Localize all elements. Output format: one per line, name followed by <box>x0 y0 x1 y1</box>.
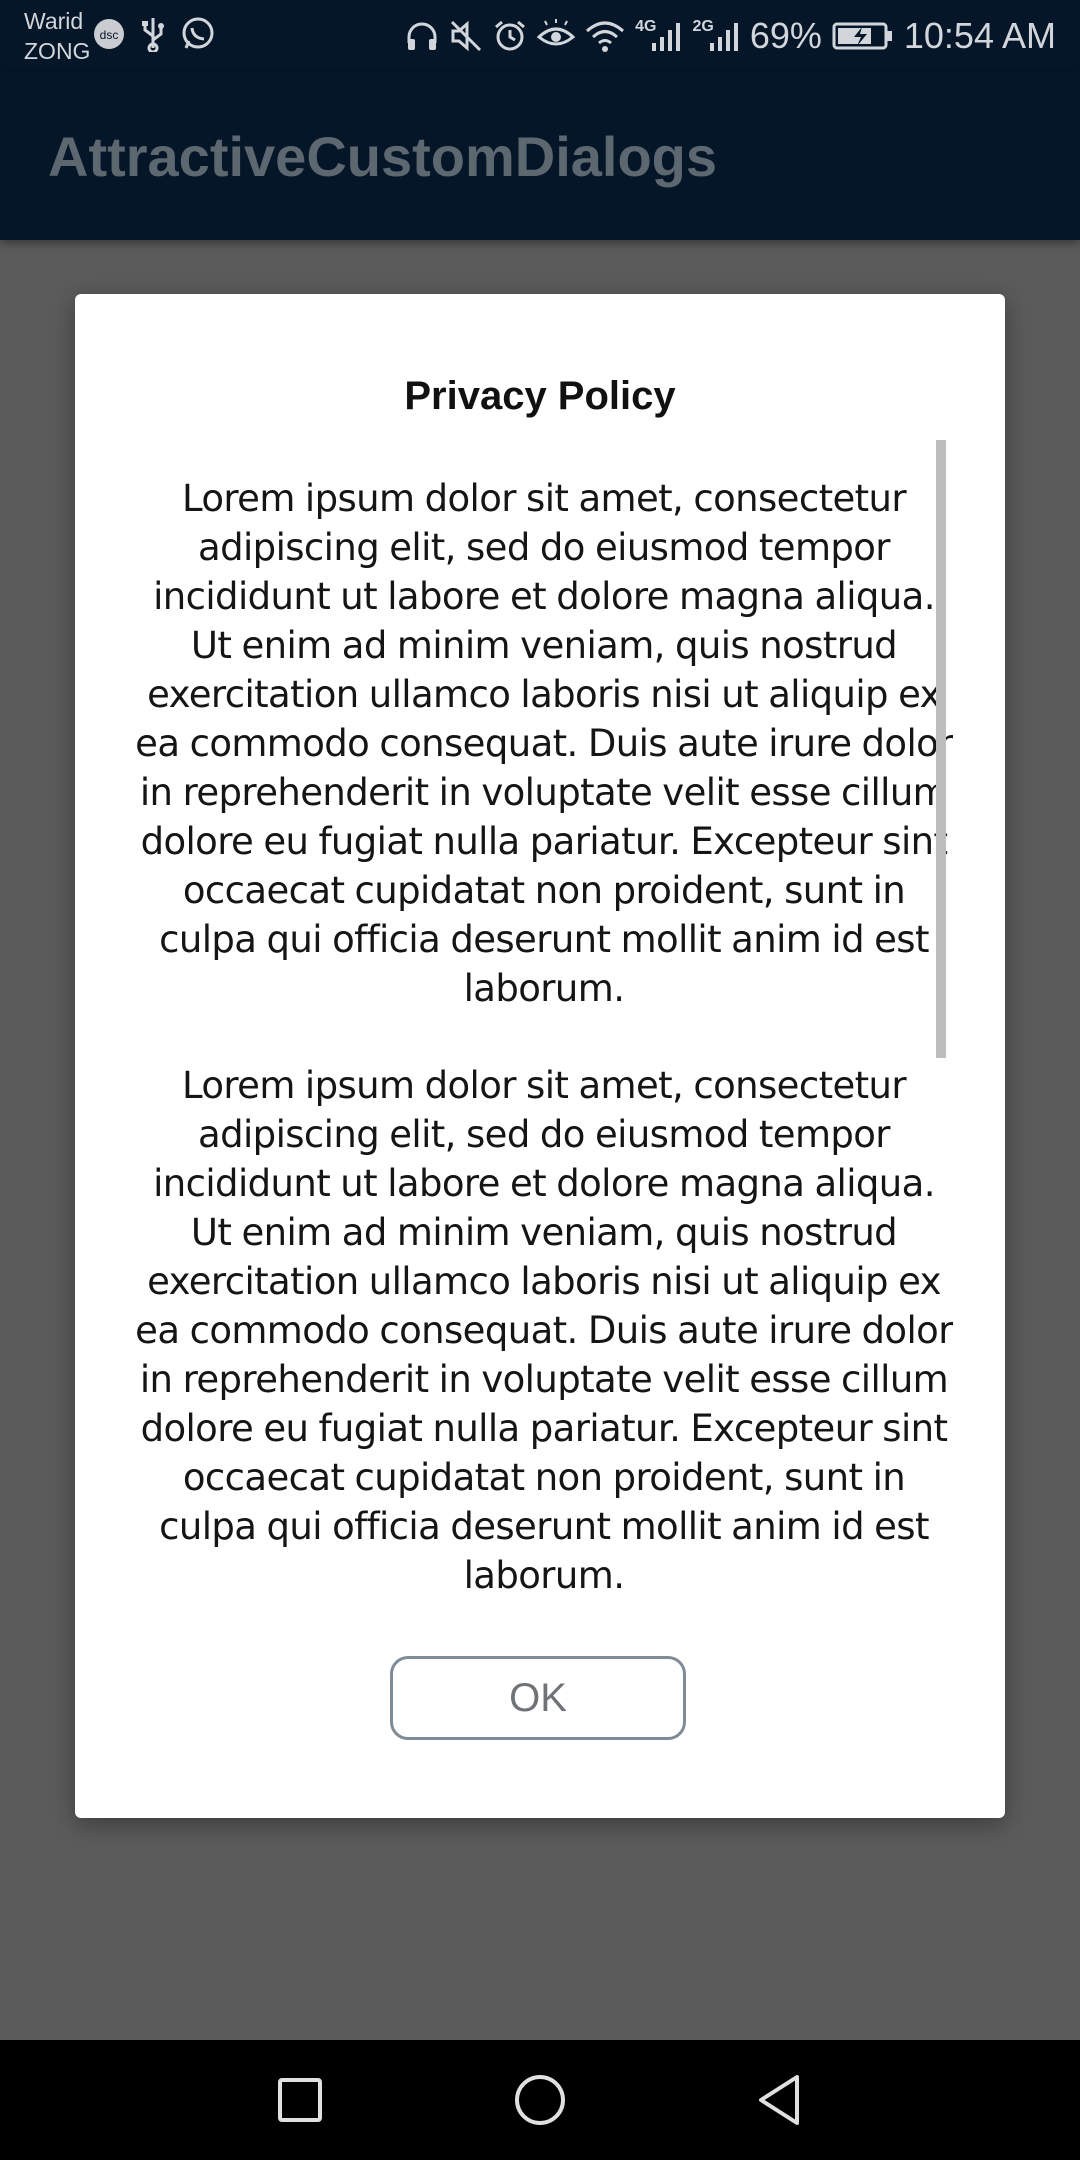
mute-icon <box>449 19 483 53</box>
whatsapp-icon <box>180 16 216 57</box>
battery-charging-icon <box>832 19 894 53</box>
status-bar: Warid ZONG dsc 4G 2G 69% 10:54 AM <box>0 0 1080 72</box>
dialog-scrollbar-thumb[interactable] <box>936 440 946 1058</box>
clock-time: 10:54 AM <box>903 15 1056 56</box>
signal-icon <box>709 23 738 51</box>
wifi-icon <box>585 19 625 53</box>
carrier-label: Warid ZONG <box>24 6 90 66</box>
recents-square-icon[interactable] <box>258 2058 342 2142</box>
signal-icon <box>652 23 681 51</box>
screen: Warid ZONG dsc 4G 2G 69% 10:54 AM Attrac… <box>0 0 1080 2160</box>
privacy-policy-dialog: Privacy Policy Lorem ipsum dolor sit ame… <box>75 294 1005 1818</box>
eye-icon <box>537 19 576 53</box>
cast-icon: dsc <box>92 17 126 56</box>
navigation-bar <box>0 2040 1080 2160</box>
dialog-paragraph-1: Lorem ipsum dolor sit amet, consectetur … <box>135 477 953 1010</box>
svg-text:dsc: dsc <box>100 28 119 42</box>
alarm-icon <box>493 19 527 53</box>
back-triangle-icon[interactable] <box>738 2058 822 2142</box>
battery-percent: 69% <box>749 15 822 56</box>
usb-icon <box>140 16 166 57</box>
app-title: AttractiveCustomDialogs <box>48 125 718 188</box>
status-left-icons: dsc <box>92 16 216 56</box>
headphones-icon <box>405 19 439 53</box>
ok-button[interactable]: OK <box>390 1656 686 1740</box>
dialog-scrollbar[interactable] <box>936 440 946 1570</box>
carrier-line-2: ZONG <box>24 38 91 64</box>
signal-4g: 4G <box>635 18 682 53</box>
home-circle-icon[interactable] <box>498 2058 582 2142</box>
app-bar: AttractiveCustomDialogs <box>0 72 1080 240</box>
dialog-scroll-content[interactable]: Lorem ipsum dolor sit amet, consectetur … <box>135 474 953 1634</box>
dialog-title: Privacy Policy <box>404 374 676 418</box>
status-right-icons: 4G 2G 69% 10:54 AM <box>405 12 1056 60</box>
dialog-paragraph-2: Lorem ipsum dolor sit amet, consectetur … <box>135 1064 953 1597</box>
signal-2g: 2G <box>692 18 739 53</box>
carrier-line-1: Warid <box>24 8 84 34</box>
